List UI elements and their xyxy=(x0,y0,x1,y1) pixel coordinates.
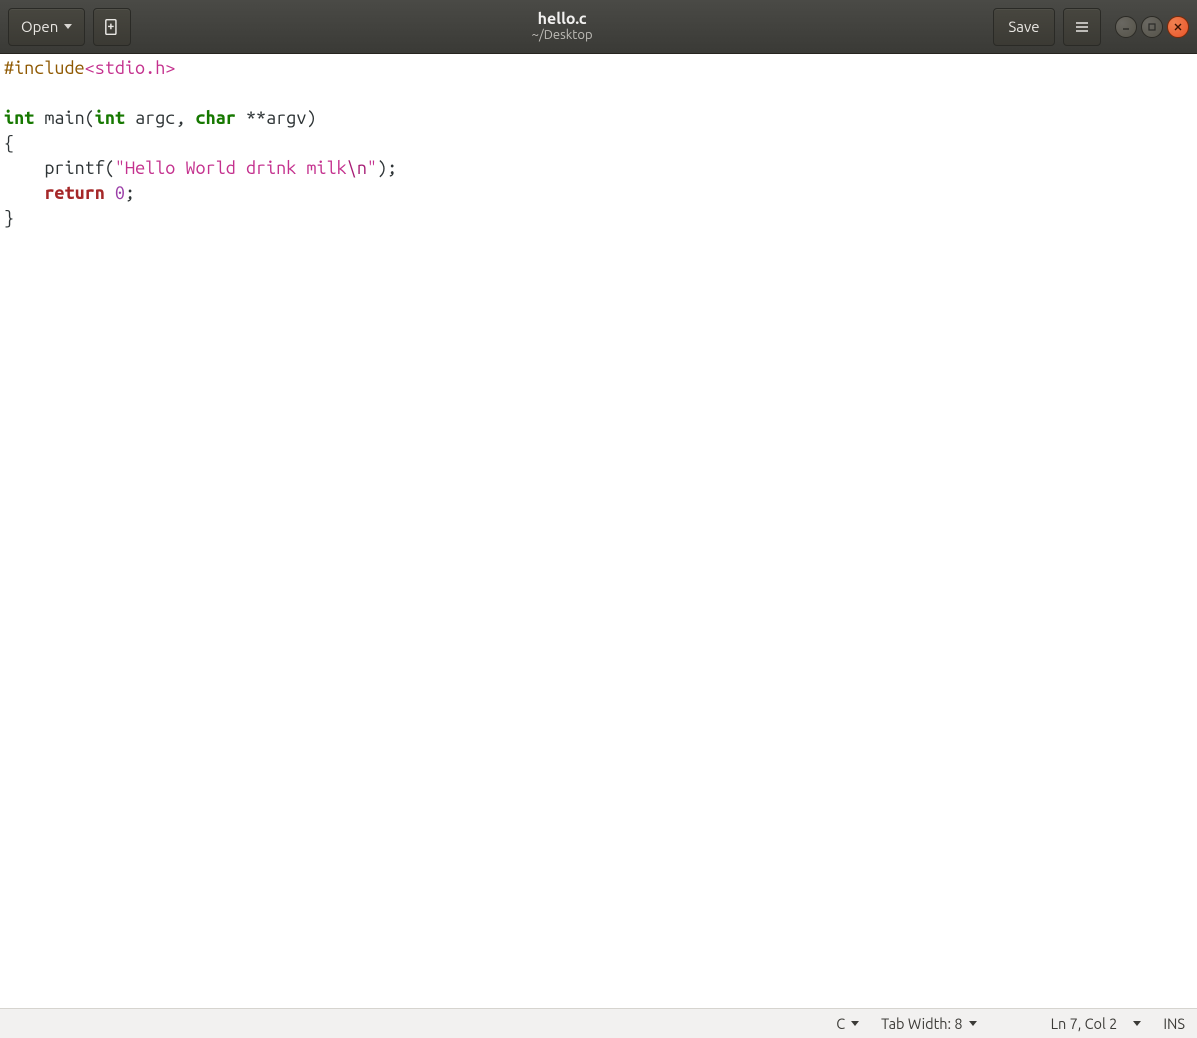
chevron-down-icon xyxy=(851,1021,859,1026)
code-token: int xyxy=(4,108,34,128)
code-token: " xyxy=(115,158,125,178)
chevron-down-icon[interactable] xyxy=(1133,1021,1141,1026)
code-token: 0 xyxy=(115,183,125,203)
code-token: } xyxy=(4,208,14,228)
language-selector[interactable]: C xyxy=(836,1015,859,1032)
code-token: **argv) xyxy=(236,108,317,128)
code-token: printf( xyxy=(44,158,115,178)
code-token: int xyxy=(95,108,125,128)
save-button-label: Save xyxy=(1008,18,1039,35)
window-minimize-button[interactable] xyxy=(1115,16,1137,38)
code-token: Hello World drink milk xyxy=(125,158,347,178)
code-token: <stdio.h> xyxy=(85,58,176,78)
headerbar: Open hello.c ~/Desktop Save xyxy=(0,0,1197,54)
new-document-icon xyxy=(103,18,121,36)
title-area: hello.c ~/Desktop xyxy=(139,11,985,43)
code-token: return xyxy=(44,183,104,203)
source-code[interactable]: #include<stdio.h> int main(int argc, cha… xyxy=(0,54,1197,233)
statusbar: C Tab Width: 8 Ln 7, Col 2 INS xyxy=(0,1008,1197,1038)
code-token: main( xyxy=(34,108,94,128)
tab-width-selector[interactable]: Tab Width: 8 xyxy=(881,1015,977,1032)
chevron-down-icon xyxy=(64,24,72,29)
code-token: " xyxy=(367,158,377,178)
window-maximize-button[interactable] xyxy=(1141,16,1163,38)
cursor-position-label: Ln 7, Col 2 xyxy=(1051,1015,1118,1032)
document-path: ~/Desktop xyxy=(532,28,593,42)
code-token: argc, xyxy=(125,108,196,128)
insert-mode-label: INS xyxy=(1163,1015,1185,1032)
open-button-label: Open xyxy=(21,18,58,35)
new-tab-button[interactable] xyxy=(93,8,131,46)
tab-width-label: Tab Width: 8 xyxy=(881,1015,963,1032)
editor-area[interactable]: #include<stdio.h> int main(int argc, cha… xyxy=(0,54,1197,1008)
insert-mode[interactable]: INS xyxy=(1163,1015,1185,1032)
code-token xyxy=(105,183,115,203)
window-controls xyxy=(1115,16,1189,38)
language-label: C xyxy=(836,1015,845,1032)
code-token: char xyxy=(196,108,236,128)
code-token: #include xyxy=(4,58,85,78)
code-token: \n xyxy=(347,158,367,178)
document-title: hello.c xyxy=(538,11,587,29)
hamburger-menu-button[interactable] xyxy=(1063,8,1101,46)
cursor-position[interactable]: Ln 7, Col 2 xyxy=(1051,1015,1118,1032)
close-icon xyxy=(1173,22,1183,32)
open-button[interactable]: Open xyxy=(8,8,85,46)
code-token: { xyxy=(4,133,14,153)
save-button[interactable]: Save xyxy=(993,8,1055,46)
code-indent xyxy=(4,183,44,203)
code-token: ; xyxy=(125,183,135,203)
hamburger-icon xyxy=(1074,19,1090,35)
minimize-icon xyxy=(1121,22,1131,32)
window-close-button[interactable] xyxy=(1167,16,1189,38)
maximize-icon xyxy=(1147,22,1157,32)
code-token: ); xyxy=(377,158,397,178)
chevron-down-icon xyxy=(969,1021,977,1026)
code-indent xyxy=(4,158,44,178)
